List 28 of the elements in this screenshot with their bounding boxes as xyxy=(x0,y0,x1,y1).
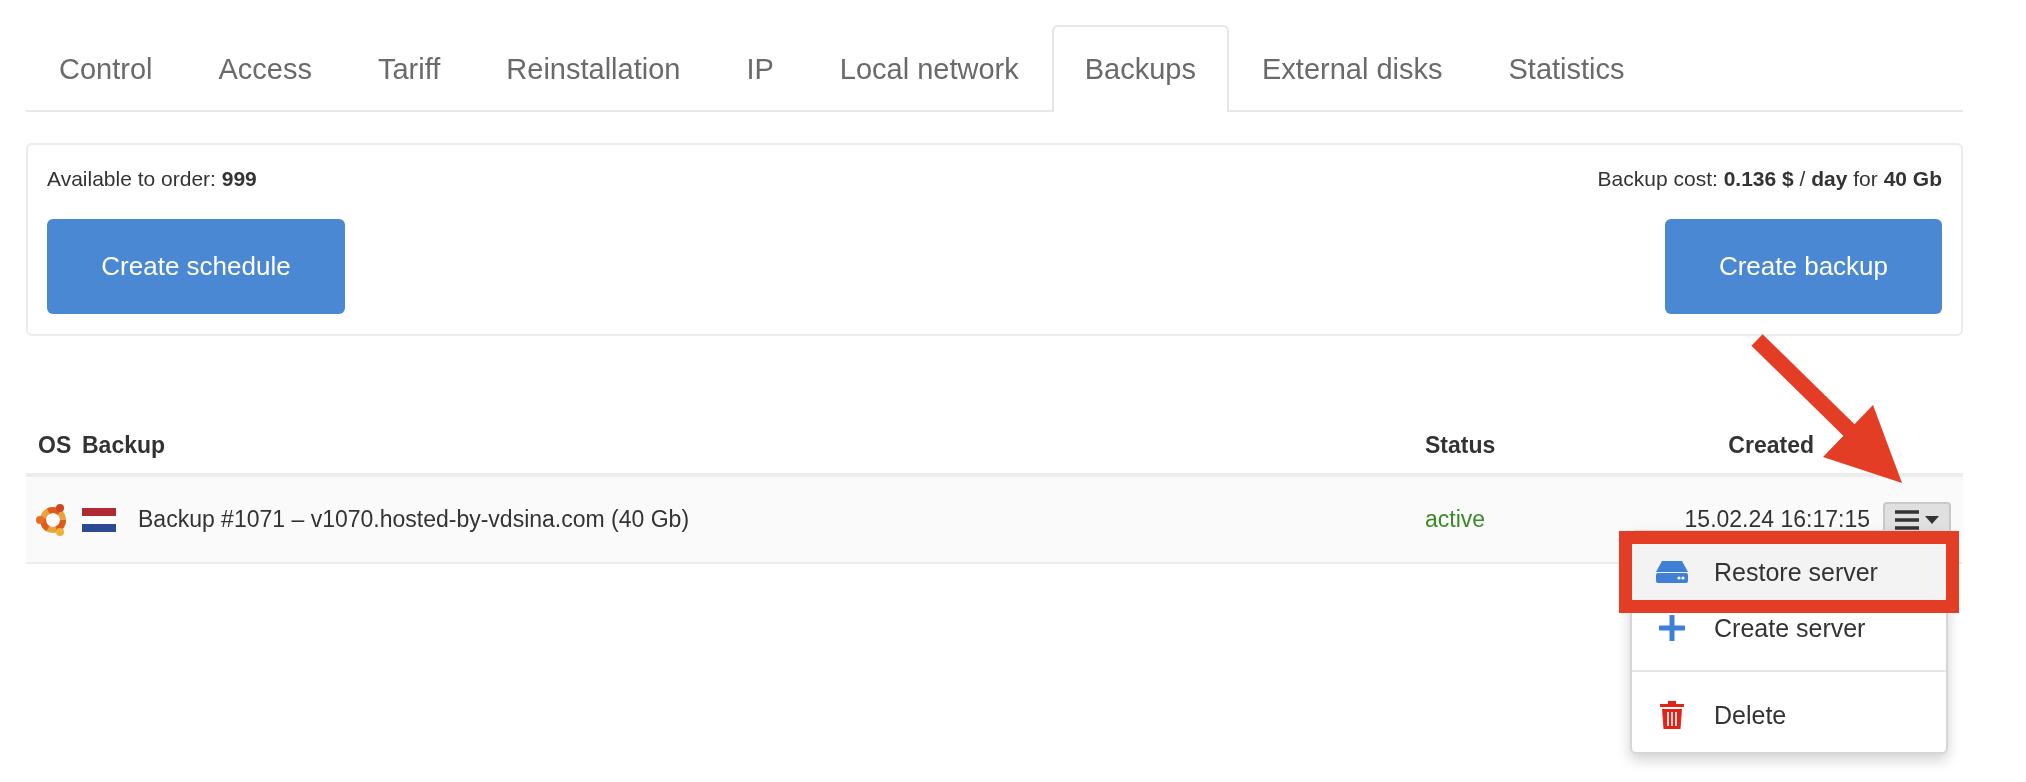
tab[interactable]: Tariff xyxy=(345,25,474,112)
tab[interactable]: External disks xyxy=(1229,25,1476,112)
create-backup-button[interactable]: Create backup xyxy=(1665,219,1942,314)
column-header: Created xyxy=(1728,432,1815,459)
tab[interactable]: Access xyxy=(185,25,345,112)
flag-icon xyxy=(82,507,116,532)
tab[interactable]: Statistics xyxy=(1475,25,1658,112)
tab[interactable]: Reinstallation xyxy=(473,25,714,112)
column-header: OS xyxy=(37,432,73,459)
tab[interactable]: IP xyxy=(713,25,807,112)
backup-name: Backup #1071 – v1070.hosted-by-vdsina.com (40 Gb) xyxy=(138,506,690,533)
column-header: Backup xyxy=(82,432,167,459)
create-schedule-button[interactable]: Create schedule xyxy=(47,219,345,314)
plus-icon xyxy=(1659,615,1685,641)
tab[interactable]: Local network xyxy=(806,25,1052,112)
cost-text: Backup cost: 0.136 $ / day for 40 Gb xyxy=(1597,167,1942,191)
menu-item[interactable]: Delete xyxy=(1632,678,1946,752)
available-text: Available to order: 999 xyxy=(47,167,258,191)
trash-icon xyxy=(1660,701,1684,729)
menu-item[interactable]: Create server xyxy=(1632,600,1946,656)
status-text: active xyxy=(1425,506,1487,533)
tab[interactable]: Control xyxy=(26,25,186,112)
created-date: 15.02.24 16:17:15 xyxy=(1684,506,1870,533)
tab[interactable]: Backups xyxy=(1051,25,1229,112)
menu-icon xyxy=(1895,509,1919,530)
hard-drive-icon xyxy=(1656,561,1688,583)
column-header: Status xyxy=(1425,432,1497,459)
caret-icon xyxy=(1925,515,1939,524)
